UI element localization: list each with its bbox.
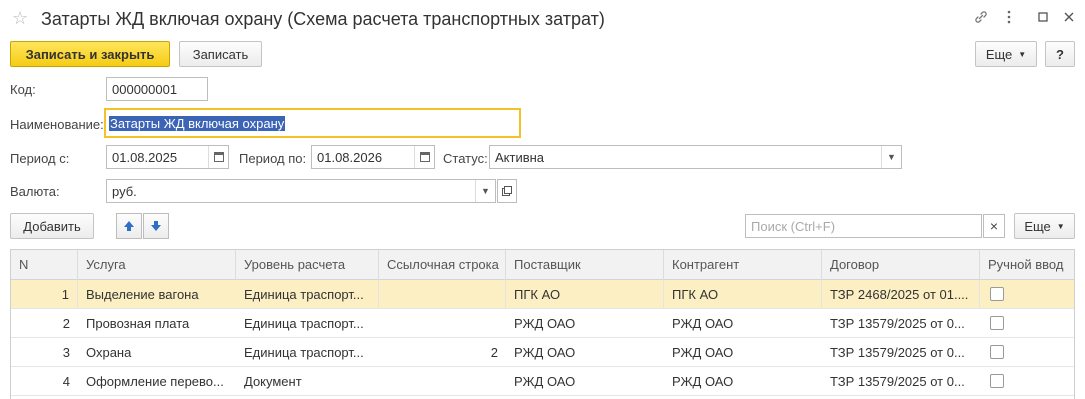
chevron-down-icon[interactable]: ▼ [475, 180, 495, 202]
column-header-ref[interactable]: Ссылочная строка [379, 250, 506, 280]
calendar-icon[interactable] [414, 146, 434, 168]
name-label: Наименование: [10, 117, 104, 132]
table-row[interactable]: 3 Охрана Единица траспорт... 2 РЖД ОАО Р… [11, 338, 1074, 367]
add-row-button[interactable]: Добавить [10, 213, 94, 239]
period-to-value: 01.08.2026 [317, 149, 383, 165]
move-up-button[interactable] [116, 213, 142, 239]
more-options-icon[interactable] [1000, 9, 1018, 27]
currency-value: руб. [112, 183, 137, 199]
cell-level: Документ [244, 374, 302, 389]
cell-service: Оформление перево... [86, 374, 224, 389]
cell-supplier: ПГК АО [506, 280, 664, 309]
cell-contract: ТЗР 13579/2025 от 0... [830, 316, 965, 331]
cell-n: 2 [62, 316, 70, 331]
period-from-field[interactable]: 01.08.2025 [106, 145, 229, 169]
services-table: N Услуга Уровень расчета Ссылочная строк… [10, 249, 1075, 399]
manual-input-checkbox[interactable] [990, 374, 1004, 388]
cell-n: 4 [62, 374, 70, 389]
arrow-up-icon [124, 221, 134, 231]
cell-n: 3 [62, 345, 70, 360]
close-icon[interactable] [1060, 9, 1078, 27]
manual-input-checkbox[interactable] [990, 316, 1004, 330]
save-button[interactable]: Записать [179, 41, 262, 67]
table-row[interactable]: 1 Выделение вагона Единица траспорт... П… [11, 280, 1074, 309]
table-more-button[interactable]: Еще ▼ [1014, 213, 1075, 239]
column-header-n[interactable]: N [11, 250, 78, 280]
column-header-manual[interactable]: Ручной ввод [980, 250, 1074, 280]
cell-counterparty: РЖД ОАО [672, 374, 734, 389]
period-from-label: Период с: [10, 151, 70, 166]
currency-field[interactable]: руб. ▼ [106, 179, 496, 203]
cell-supplier: РЖД ОАО [514, 316, 576, 331]
cell-service: Охрана [86, 345, 132, 360]
save-and-close-button[interactable]: Записать и закрыть [10, 41, 170, 67]
clear-search-icon[interactable]: × [983, 214, 1005, 238]
more-button[interactable]: Еще ▼ [975, 41, 1037, 67]
cell-counterparty: РЖД ОАО [672, 316, 734, 331]
column-header-service[interactable]: Услуга [78, 250, 236, 280]
maximize-icon[interactable] [1034, 9, 1052, 27]
cell-service: Провозная плата [86, 316, 190, 331]
table-header: N Услуга Уровень расчета Ссылочная строк… [11, 250, 1074, 280]
cell-service: Выделение вагона [86, 287, 199, 302]
column-header-contract[interactable]: Договор [822, 250, 980, 280]
chevron-down-icon: ▼ [1018, 49, 1027, 59]
code-field[interactable]: 000000001 [106, 77, 208, 101]
cell-contract: ТЗР 13579/2025 от 0... [830, 374, 965, 389]
cell-ref: 2 [490, 345, 498, 360]
period-from-value: 01.08.2025 [112, 149, 178, 165]
calendar-icon[interactable] [208, 146, 228, 168]
table-row[interactable]: 4 Оформление перево... Документ РЖД ОАО … [11, 367, 1074, 396]
cell-ref [379, 309, 506, 338]
cell-ref [379, 280, 506, 309]
status-value: Активна [495, 149, 545, 165]
page-title: Затарты ЖД включая охрану (Схема расчета… [41, 9, 605, 29]
status-select[interactable]: Активна ▼ [489, 145, 902, 169]
manual-input-checkbox[interactable] [990, 287, 1004, 301]
arrow-down-icon [151, 221, 161, 231]
cell-level: Единица траспорт... [236, 280, 379, 309]
status-label: Статус: [443, 151, 488, 166]
cell-counterparty: РЖД ОАО [672, 345, 734, 360]
cell-contract: ТЗР 2468/2025 от 01.... [822, 280, 980, 309]
search-input[interactable]: Поиск (Ctrl+F) [745, 214, 982, 238]
more-button-label: Еще [985, 46, 1013, 62]
cell-ref [379, 367, 506, 396]
cell-contract: ТЗР 13579/2025 от 0... [830, 345, 965, 360]
code-label: Код: [10, 82, 36, 97]
cell-supplier: РЖД ОАО [514, 345, 576, 360]
chevron-down-icon[interactable]: ▼ [881, 146, 901, 168]
name-field-value: Затарты ЖД включая охрану [109, 115, 286, 131]
column-header-supplier[interactable]: Поставщик [506, 250, 664, 280]
period-to-label: Период по: [239, 151, 307, 166]
link-icon[interactable] [972, 9, 990, 27]
move-down-button[interactable] [143, 213, 169, 239]
currency-label: Валюта: [10, 184, 60, 199]
name-field[interactable]: Затарты ЖД включая охрану [104, 108, 521, 138]
favorite-star-icon[interactable]: ☆ [12, 8, 28, 28]
column-header-level[interactable]: Уровень расчета [236, 250, 379, 280]
table-row[interactable]: 2 Провозная плата Единица траспорт... РЖ… [11, 309, 1074, 338]
table-more-label: Еще [1024, 218, 1051, 234]
cell-counterparty: ПГК АО [664, 280, 822, 309]
period-to-field[interactable]: 01.08.2026 [311, 145, 435, 169]
cell-level: Единица траспорт... [244, 316, 364, 331]
cell-n: 1 [11, 280, 78, 309]
manual-input-checkbox[interactable] [990, 345, 1004, 359]
help-button[interactable]: ? [1045, 41, 1075, 67]
column-header-counterparty[interactable]: Контрагент [664, 250, 822, 280]
cell-level: Единица траспорт... [244, 345, 364, 360]
open-item-icon[interactable] [497, 179, 517, 203]
chevron-down-icon: ▼ [1056, 221, 1065, 231]
cell-supplier: РЖД ОАО [514, 374, 576, 389]
